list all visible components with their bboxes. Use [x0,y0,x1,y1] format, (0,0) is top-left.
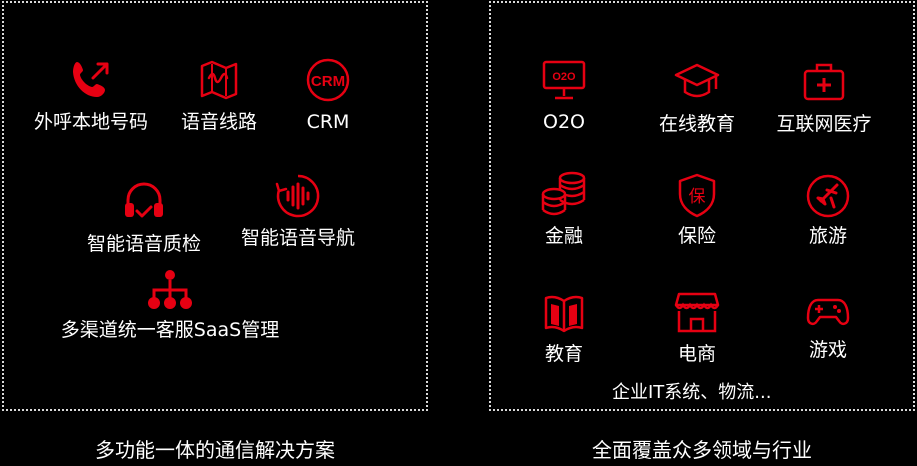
monitor-o2o-icon: O2O [542,60,586,100]
feature-voice-navigation: 智能语音导航 [228,172,368,250]
storefront-icon [674,292,720,333]
industry-online-education: 在线教育 [627,58,767,136]
more-industries-note: 企业IT系统、物流... [612,382,772,403]
left-caption: 多功能一体的通信解决方案 [95,438,335,462]
headset-check-icon [125,182,163,218]
industry-label: 保险 [677,225,716,247]
feature-label: 外呼本地号码 [33,111,148,133]
network-tree-icon [148,270,192,309]
open-book-icon [544,295,584,333]
feature-voice-quality: 智能语音质检 [74,178,214,256]
medical-kit-icon [803,63,845,101]
industry-ecommerce: 电商 [627,290,767,366]
o2o-icon-text: O2O [552,71,576,83]
feature-label: 智能语音导航 [240,227,355,249]
crm-icon: CRM [306,58,350,102]
industry-insurance: 保 保险 [627,172,767,248]
feature-omnichannel-saas: 多渠道统一客服SaaS管理 [50,268,290,342]
feature-label: 智能语音质检 [86,233,201,255]
voice-navigation-icon [275,174,320,218]
industry-education: 教育 [494,290,634,366]
feature-crm: CRM CRM [258,56,398,134]
feature-label: CRM [306,111,350,133]
industry-label: 电商 [677,343,716,365]
industry-label: 在线教育 [658,113,735,135]
insurance-shield-icon: 保 [678,173,716,218]
industry-label: 游戏 [808,339,847,361]
insurance-icon-text: 保 [689,187,706,207]
industry-finance: 金融 [494,170,634,248]
industry-label: O2O [543,111,585,133]
industry-travel: 旅游 [758,174,898,248]
airplane-icon [806,174,850,218]
industry-o2o: O2O O2O [494,56,634,134]
industry-label: 互联网医疗 [776,113,872,135]
industry-gaming: 游戏 [758,292,898,362]
feature-label: 多渠道统一客服SaaS管理 [60,319,280,341]
industry-label: 教育 [544,343,583,365]
industry-internet-healthcare: 互联网医疗 [754,58,894,136]
phone-outgoing-icon [73,62,109,97]
coin-stack-icon [541,171,586,216]
gamepad-icon [806,298,850,326]
right-caption: 全面覆盖众多领域与行业 [592,438,812,462]
feature-outbound-local: 外呼本地号码 [21,56,161,134]
graduation-cap-icon [674,63,720,98]
crm-icon-text: CRM [311,73,345,90]
industry-label: 旅游 [808,225,847,247]
voice-line-icon [200,60,238,100]
industry-label: 金融 [544,225,583,247]
